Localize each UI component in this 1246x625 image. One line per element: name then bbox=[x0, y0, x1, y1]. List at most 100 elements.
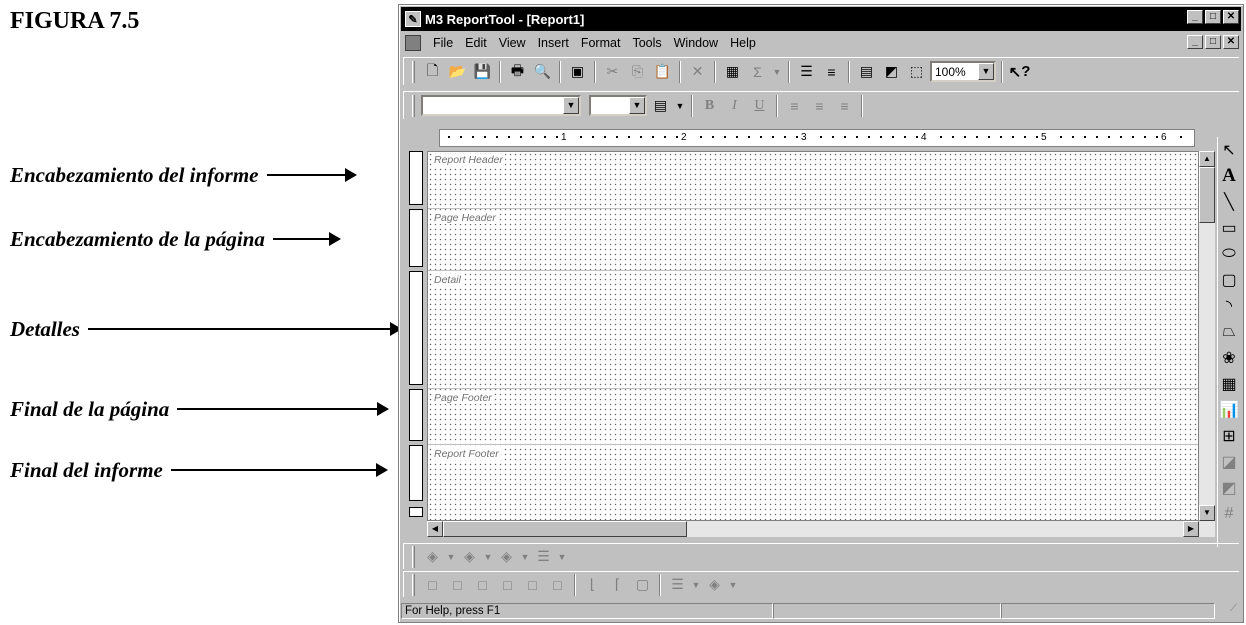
scroll-up-icon[interactable]: ▲ bbox=[1199, 151, 1215, 167]
pointer-icon[interactable]: ↖ bbox=[1218, 137, 1240, 163]
zoom-select[interactable]: 100% ▼ bbox=[930, 61, 996, 82]
fill-color-icon[interactable]: ◈ bbox=[421, 546, 444, 568]
doc-minimize-button[interactable]: _ bbox=[1187, 35, 1203, 49]
band-report-header[interactable]: Report Header bbox=[434, 154, 505, 166]
menu-format[interactable]: Format bbox=[575, 36, 627, 50]
menu-window[interactable]: Window bbox=[668, 36, 724, 50]
document-icon[interactable] bbox=[405, 35, 421, 51]
font-name-select[interactable]: ▼ bbox=[421, 95, 581, 116]
image-icon[interactable]: ❀ bbox=[1218, 345, 1240, 371]
scroll-thumb[interactable] bbox=[1199, 167, 1215, 223]
font-color-dropdown-icon[interactable]: ▼ bbox=[674, 95, 686, 117]
band-separator[interactable] bbox=[428, 270, 1198, 271]
new-icon[interactable]: 🗋 bbox=[421, 61, 444, 83]
band-separator[interactable] bbox=[428, 388, 1198, 389]
bold-button[interactable]: B bbox=[698, 95, 721, 117]
band-ruler-detail[interactable] bbox=[409, 271, 423, 385]
menu-file[interactable]: File bbox=[427, 36, 459, 50]
title-bar[interactable]: ✎ M3 ReportTool - [Report1] _ □ ✕ bbox=[401, 7, 1241, 31]
border-top-icon[interactable]: □ bbox=[446, 574, 469, 596]
line-dropdown-icon[interactable]: ▼ bbox=[483, 546, 493, 568]
scroll-thumb[interactable] bbox=[443, 521, 687, 537]
delete-icon[interactable]: ✕ bbox=[686, 61, 709, 83]
bring-front-icon[interactable]: ◪ bbox=[1218, 449, 1240, 475]
border-corner-icon[interactable]: ⌊ bbox=[581, 574, 604, 596]
line-style-icon[interactable]: ☰ bbox=[532, 546, 555, 568]
align-justify-icon[interactable]: ≡ bbox=[820, 61, 843, 83]
shadow-icon[interactable]: ▢ bbox=[631, 574, 654, 596]
align-left-text-icon[interactable]: ≡ bbox=[783, 95, 806, 117]
close-button[interactable]: ✕ bbox=[1223, 10, 1239, 24]
menu-tools[interactable]: Tools bbox=[626, 36, 667, 50]
format-painter-icon[interactable]: ◩ bbox=[880, 61, 903, 83]
cut-icon[interactable]: ✂ bbox=[601, 61, 624, 83]
border-none-icon[interactable]: □ bbox=[421, 574, 444, 596]
fields-icon[interactable]: ▦ bbox=[721, 61, 744, 83]
context-help-icon[interactable]: ↖? bbox=[1008, 61, 1031, 83]
data-source-icon[interactable]: ▣ bbox=[566, 61, 589, 83]
chart-icon[interactable]: 📊 bbox=[1218, 397, 1240, 423]
band-separator[interactable] bbox=[428, 208, 1198, 209]
align-center-text-icon[interactable]: ≡ bbox=[808, 95, 831, 117]
properties-icon[interactable]: ▤ bbox=[855, 61, 878, 83]
band-ruler-report-header[interactable] bbox=[409, 151, 423, 205]
sum-icon[interactable]: Σ bbox=[746, 61, 769, 83]
maximize-button[interactable]: □ bbox=[1205, 10, 1221, 24]
grid-icon[interactable]: # bbox=[1218, 501, 1240, 527]
band-detail[interactable]: Detail bbox=[434, 274, 463, 286]
band-ruler-page-header[interactable] bbox=[409, 209, 423, 267]
font-size-select[interactable]: ▼ bbox=[589, 95, 647, 116]
border-bottom-icon[interactable]: □ bbox=[471, 574, 494, 596]
rectangle-icon[interactable]: ▭ bbox=[1218, 215, 1240, 241]
copy-icon[interactable]: ⎘ bbox=[626, 61, 649, 83]
paste-icon[interactable]: 📋 bbox=[651, 61, 674, 83]
scroll-right-icon[interactable]: ▶ bbox=[1183, 521, 1199, 537]
app-icon[interactable]: ✎ bbox=[405, 11, 421, 27]
subreport-icon[interactable]: ⊞ bbox=[1218, 423, 1240, 449]
border-left-icon[interactable]: □ bbox=[496, 574, 519, 596]
chevron-down-icon[interactable]: ▼ bbox=[978, 63, 994, 80]
table-icon[interactable]: ▦ bbox=[1218, 371, 1240, 397]
line-icon[interactable]: ╲ bbox=[1218, 189, 1240, 215]
fill-bucket-icon[interactable]: ◈ bbox=[703, 574, 726, 596]
print-icon[interactable]: 🖶 bbox=[506, 61, 529, 83]
align-left-icon[interactable]: ☰ bbox=[795, 61, 818, 83]
grid-toggle-icon[interactable]: ⬚ bbox=[905, 61, 928, 83]
italic-button[interactable]: I bbox=[723, 95, 746, 117]
arc-icon[interactable]: ◝ bbox=[1218, 293, 1240, 319]
border-right-icon[interactable]: □ bbox=[546, 574, 569, 596]
band-ruler-page-footer[interactable] bbox=[409, 389, 423, 441]
menu-edit[interactable]: Edit bbox=[459, 36, 493, 50]
band-ruler-report-footer[interactable] bbox=[409, 445, 423, 501]
font-color-icon[interactable]: ▤ bbox=[649, 95, 672, 117]
border-all-icon[interactable]: □ bbox=[521, 574, 544, 596]
scroll-left-icon[interactable]: ◀ bbox=[427, 521, 443, 537]
horizontal-scrollbar[interactable]: ◀ ▶ bbox=[427, 521, 1199, 537]
text-color-icon[interactable]: ◈ bbox=[495, 546, 518, 568]
menu-help[interactable]: Help bbox=[724, 36, 762, 50]
chevron-down-icon[interactable]: ▼ bbox=[629, 97, 645, 114]
band-page-footer[interactable]: Page Footer bbox=[434, 392, 494, 404]
fill-bucket-dropdown-icon[interactable]: ▼ bbox=[728, 574, 738, 596]
border-style-dropdown-icon[interactable]: ▼ bbox=[691, 574, 701, 596]
doc-close-button[interactable]: ✕ bbox=[1223, 35, 1239, 49]
save-icon[interactable]: 💾 bbox=[471, 61, 494, 83]
scroll-down-icon[interactable]: ▼ bbox=[1199, 505, 1215, 521]
menu-insert[interactable]: Insert bbox=[532, 36, 575, 50]
band-report-footer[interactable]: Report Footer bbox=[434, 448, 501, 460]
open-icon[interactable]: 📂 bbox=[446, 61, 469, 83]
line-style-dropdown-icon[interactable]: ▼ bbox=[557, 546, 567, 568]
send-back-icon[interactable]: ◩ bbox=[1218, 475, 1240, 501]
border-topleft-icon[interactable]: ⌈ bbox=[606, 574, 629, 596]
doc-restore-button[interactable]: □ bbox=[1205, 35, 1221, 49]
band-separator[interactable] bbox=[428, 444, 1198, 445]
line-color-icon[interactable]: ◈ bbox=[458, 546, 481, 568]
rounded-rect-icon[interactable]: ▢ bbox=[1218, 267, 1240, 293]
report-design-surface[interactable]: Report Header Page Header Detail Page Fo… bbox=[427, 151, 1199, 521]
vertical-scrollbar[interactable]: ▲ ▼ bbox=[1199, 151, 1215, 537]
align-right-text-icon[interactable]: ≡ bbox=[833, 95, 856, 117]
band-ruler-end[interactable] bbox=[409, 507, 423, 517]
resize-grip-icon[interactable]: ⟋ bbox=[1215, 603, 1237, 619]
menu-view[interactable]: View bbox=[493, 36, 532, 50]
chevron-down-icon[interactable]: ▼ bbox=[563, 97, 579, 114]
